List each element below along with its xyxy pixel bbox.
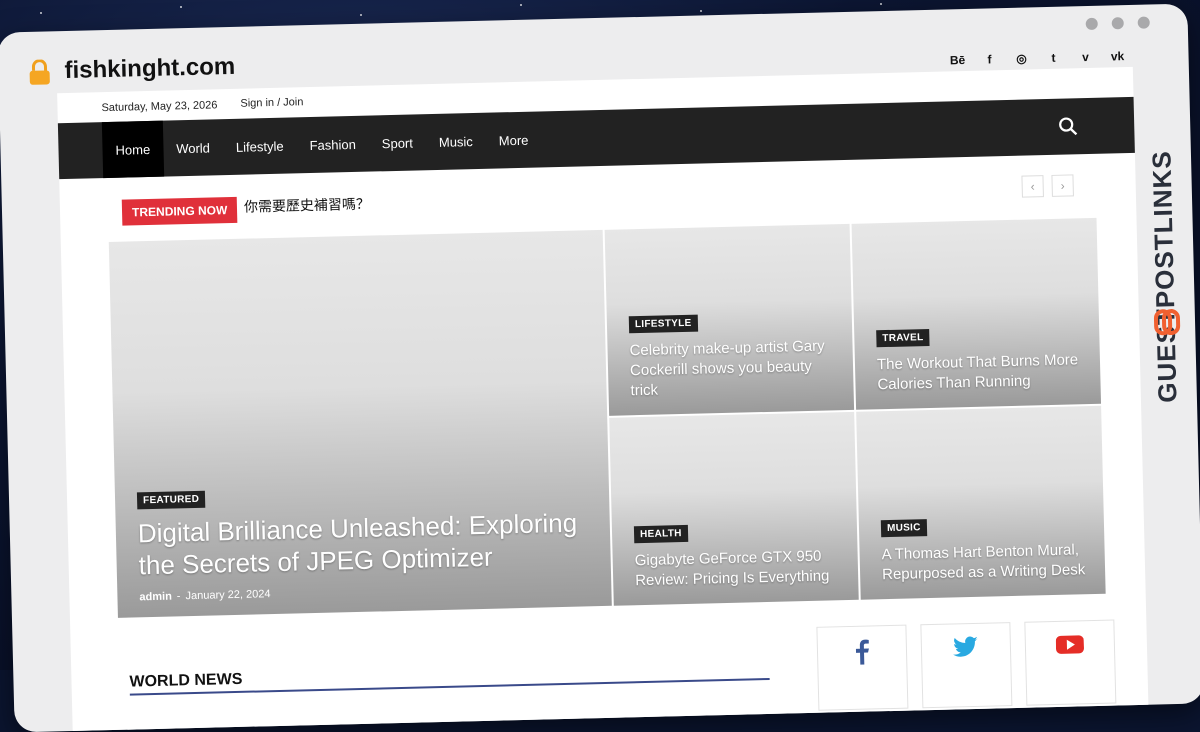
trending-next-button[interactable]: ›	[1051, 174, 1074, 197]
trending-badge: TRENDING NOW	[121, 196, 238, 226]
featured-article-tile[interactable]: TRAVEL The Workout That Burns More Calor…	[851, 217, 1102, 410]
facebook-icon[interactable]: f	[980, 52, 998, 66]
vk-icon[interactable]: vk	[1108, 49, 1126, 63]
browser-window: fishkinght.com GUESTPOSTLINKS Saturday, …	[0, 3, 1200, 732]
twitter-icon[interactable]: t	[1044, 51, 1062, 65]
window-controls	[1085, 16, 1150, 31]
youtube-box[interactable]	[1024, 619, 1117, 706]
featured-grid: FEATURED Digital Brilliance Unleashed: E…	[108, 217, 1106, 618]
category-badge[interactable]: HEALTH	[633, 524, 688, 544]
address-bar-domain[interactable]: fishkinght.com	[64, 53, 235, 85]
featured-article-main[interactable]: FEATURED Digital Brilliance Unleashed: E…	[108, 229, 612, 618]
behance-icon[interactable]: Bē	[948, 53, 966, 67]
featured-article-tile[interactable]: LIFESTYLE Celebrity make-up artist Gary …	[604, 223, 855, 416]
youtube-icon	[1055, 635, 1084, 654]
current-date: Saturday, May 23, 2026	[101, 99, 218, 115]
nav-item-home[interactable]: Home	[101, 120, 164, 179]
nav-item-more[interactable]: More	[485, 111, 542, 168]
article-date: January 22, 2024	[185, 588, 271, 603]
website-page: Saturday, May 23, 2026 Sign in / Join Bē…	[57, 49, 1149, 732]
nav-item-sport[interactable]: Sport	[368, 114, 426, 171]
twitter-icon	[953, 636, 978, 657]
world-news-section: WORLD NEWS	[129, 657, 770, 696]
category-badge[interactable]: LIFESTYLE	[628, 314, 698, 334]
category-badge[interactable]: FEATURED	[136, 490, 206, 510]
article-title[interactable]: Digital Brilliance Unleashed: Exploring …	[138, 506, 593, 581]
window-dot[interactable]	[1111, 17, 1124, 30]
article-title[interactable]: Celebrity make-up artist Gary Cockerill …	[629, 336, 835, 401]
featured-article-tile[interactable]: MUSIC A Thomas Hart Benton Mural, Repurp…	[856, 405, 1106, 600]
guestpostlinks-watermark: GUESTPOSTLINKS	[1139, 72, 1197, 633]
article-title[interactable]: The Workout That Burns More Calories Tha…	[877, 350, 1083, 395]
vimeo-icon[interactable]: v	[1076, 50, 1094, 64]
twitter-box[interactable]	[920, 622, 1013, 709]
section-title: WORLD NEWS	[129, 657, 770, 696]
featured-article-tile[interactable]: HEALTH Gigabyte GeForce GTX 950 Review: …	[609, 411, 859, 606]
article-title[interactable]: Gigabyte GeForce GTX 950 Review: Pricing…	[634, 546, 840, 591]
window-dot[interactable]	[1137, 16, 1150, 29]
link-logo-icon	[1153, 309, 1181, 336]
nav-item-lifestyle[interactable]: Lifestyle	[222, 117, 297, 175]
category-badge[interactable]: TRAVEL	[876, 328, 930, 348]
facebook-box[interactable]	[816, 624, 909, 711]
trending-headline[interactable]: 你需要歷史補習嗎？	[244, 194, 370, 217]
signin-link[interactable]: Sign in / Join	[240, 96, 303, 110]
watermark-text: GUESTPOSTLINKS	[1146, 150, 1183, 404]
social-counter-boxes	[816, 619, 1117, 711]
meta-separator: -	[176, 590, 181, 603]
instagram-icon[interactable]: ◎	[1012, 51, 1030, 66]
facebook-icon	[855, 639, 869, 665]
article-meta: admin - January 22, 2024	[139, 580, 593, 603]
nav-item-fashion[interactable]: Fashion	[296, 116, 370, 174]
lock-icon	[29, 59, 50, 85]
window-dot[interactable]	[1085, 17, 1098, 31]
category-badge[interactable]: MUSIC	[880, 519, 927, 538]
article-author[interactable]: admin	[139, 591, 172, 604]
trending-prev-button[interactable]: ‹	[1021, 175, 1044, 198]
article-title[interactable]: A Thomas Hart Benton Mural, Repurposed a…	[881, 540, 1087, 585]
nav-item-world[interactable]: World	[163, 119, 224, 176]
nav-item-music[interactable]: Music	[425, 113, 486, 170]
search-icon[interactable]	[1058, 116, 1078, 136]
